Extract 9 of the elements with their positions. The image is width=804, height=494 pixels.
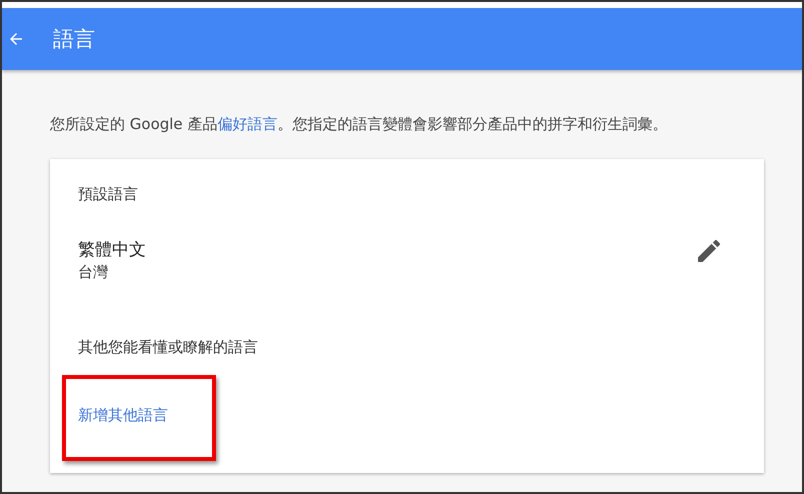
intro-text: 您所設定的 Google 產品偏好語言。您指定的語言變體會影響部分產品中的拼字和衍生詞彙。 [50, 115, 668, 134]
add-language-link[interactable]: 新增其他語言 [78, 406, 168, 424]
page-title: 語言 [53, 26, 95, 53]
section-heading: 預設語言 [78, 185, 139, 204]
language-region: 台灣 [78, 263, 109, 282]
edit-pencil-icon[interactable] [698, 240, 720, 262]
language-name: 繁體中文 [78, 239, 146, 261]
preferred-language-link[interactable]: 偏好語言 [217, 115, 278, 133]
section-heading: 其他您能看懂或瞭解的語言 [78, 338, 259, 357]
